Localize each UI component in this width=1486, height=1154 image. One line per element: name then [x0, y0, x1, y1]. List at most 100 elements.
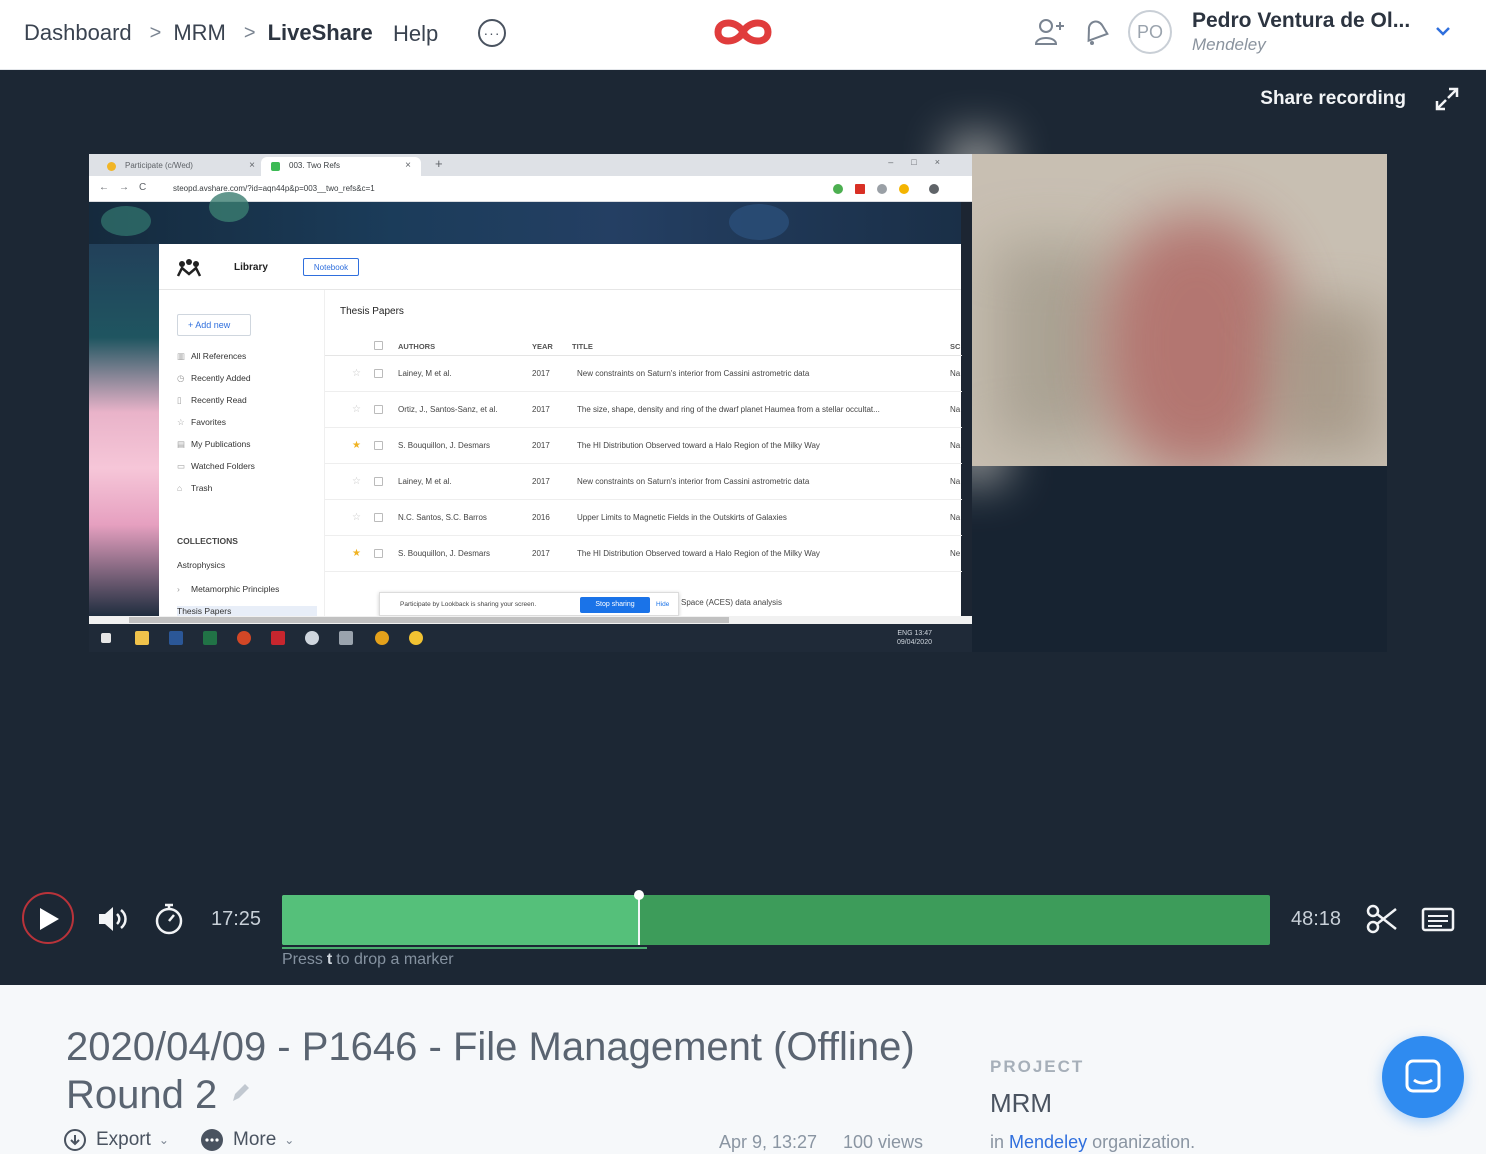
timeline-track[interactable]: [282, 890, 1270, 949]
notification-bell-icon[interactable]: [1080, 16, 1110, 48]
toast-message: Participate by Lookback is sharing your …: [400, 601, 537, 608]
table-row: ★ S. Bouquillon, J. Desmars 2017 The HI Dis…: [325, 536, 962, 572]
screen-sharing-toast: Participate by Lookback is sharing your …: [379, 592, 679, 616]
library-title: Library: [234, 262, 268, 273]
extension-icon: [855, 184, 865, 194]
notebook-button: Notebook: [303, 258, 359, 276]
user-avatar[interactable]: PO: [1128, 10, 1172, 54]
view-count: 100 views: [843, 1132, 924, 1152]
export-button[interactable]: Export ⌄: [64, 1129, 169, 1151]
project-name[interactable]: MRM: [990, 1088, 1052, 1119]
chevron-down-icon: ⌄: [158, 1133, 169, 1147]
hide-link: Hide: [656, 601, 670, 608]
row-title: The size, shape, density and ring of the…: [577, 405, 880, 414]
breadcrumb-dashboard[interactable]: Dashboard: [24, 20, 132, 46]
table-row: ★ S. Bouquillon, J. Desmars 2017 The HI Dis…: [325, 428, 962, 464]
table-row: ☆ Lainey, M et al. 2017 New constraints on …: [325, 356, 962, 392]
row-title: New constraints on Saturn's interior fro…: [577, 477, 810, 486]
row-authors: Lainey, M et al.: [398, 369, 452, 378]
row-authors: Ortiz, J., Santos-Sanz, et al.: [398, 405, 498, 414]
horizontal-scrollbar: [89, 616, 972, 624]
chevron-down-icon[interactable]: [1435, 24, 1451, 38]
browser-tab-strip: Participate (c/Wed) × 003. Two Refs × + –□…: [89, 154, 972, 176]
row-source: Na: [950, 513, 961, 522]
mendeley-taskbar-icon: [271, 631, 285, 645]
table-row: ☆ Ortiz, J., Santos-Sanz, et al. 2017 The s…: [325, 392, 962, 428]
row-year: 2017: [532, 405, 550, 414]
star-icon: ☆: [352, 368, 361, 379]
app-hero-banner: [89, 192, 961, 244]
extension-icon: [877, 184, 887, 194]
collection-item: › Metamorphic Principles: [177, 584, 280, 594]
column-source: SC: [950, 342, 961, 351]
share-recording-button[interactable]: Share recording: [1260, 88, 1406, 110]
play-button[interactable]: [22, 892, 74, 944]
sidebar-item-watched-folders: ▭ Watched Folders: [177, 461, 255, 471]
participant-camera-blurred: [972, 154, 1387, 466]
windows-start-icon: [101, 633, 111, 643]
truncated-row-title: Space (ACES) data analysis: [681, 598, 782, 607]
video-frame[interactable]: Participate (c/Wed) × 003. Two Refs × + –□…: [89, 134, 1387, 652]
system-tray: ENG 13:47 09/04/2020: [897, 629, 932, 647]
tray-time: 13:47: [914, 630, 932, 637]
decorative-background-art: [89, 244, 159, 618]
table-header: AUTHORS YEAR TITLE SC: [325, 336, 962, 356]
user-organization: Mendeley: [1192, 35, 1266, 54]
transcript-icon[interactable]: [1420, 904, 1456, 934]
breadcrumb-separator: >: [149, 21, 162, 44]
select-all-checkbox: [374, 341, 383, 350]
breadcrumb-mrm[interactable]: MRM: [173, 20, 226, 46]
more-button[interactable]: More ⌄: [201, 1129, 294, 1151]
edit-pencil-icon[interactable]: [229, 1081, 251, 1105]
volume-icon[interactable]: [96, 904, 130, 934]
table-row: ☆ Lainey, M et al. 2017 New constraints on …: [325, 464, 962, 500]
stop-sharing-button: Stop sharing: [580, 597, 650, 613]
user-name[interactable]: Pedro Ventura de Ol...: [1192, 9, 1410, 33]
row-source: Na: [950, 441, 961, 450]
row-source: Ne: [950, 549, 961, 558]
settings-icon: [305, 631, 319, 645]
profile-icon: [929, 184, 939, 194]
tray-language: ENG: [897, 630, 913, 637]
row-source: Na: [950, 477, 961, 486]
organization-link[interactable]: Mendeley: [1009, 1132, 1087, 1152]
row-checkbox: [374, 441, 383, 450]
extension-icon: [833, 184, 843, 194]
chevron-down-icon: ⌄: [284, 1133, 295, 1147]
breadcrumb-liveshare[interactable]: LiveShare: [268, 20, 373, 46]
lookback-logo[interactable]: [712, 14, 774, 50]
row-year: 2017: [532, 441, 550, 450]
excel-icon: [203, 631, 217, 645]
remote-icon: [339, 631, 353, 645]
playhead-handle[interactable]: [634, 890, 644, 900]
invite-user-icon[interactable]: [1034, 16, 1066, 48]
row-checkbox: [374, 369, 383, 378]
row-authors: S. Bouquillon, J. Desmars: [398, 549, 491, 558]
more-dots-icon: [201, 1129, 223, 1151]
stopwatch-icon[interactable]: [153, 902, 185, 936]
chat-icon: [1405, 1059, 1441, 1093]
scissors-icon[interactable]: [1366, 902, 1398, 936]
row-checkbox: [374, 405, 383, 414]
project-organization: in Mendeley organization.: [990, 1132, 1196, 1152]
timeline-buffer-line: [282, 947, 647, 949]
row-year: 2017: [532, 549, 550, 558]
window-controls: –□×: [888, 157, 958, 167]
support-chat-button[interactable]: [1382, 1036, 1464, 1118]
sidebar-item-recently-added: ◷ Recently Added: [177, 373, 251, 383]
row-title: New constraints on Saturn's interior fro…: [577, 369, 810, 378]
download-icon: [64, 1129, 86, 1151]
row-checkbox: [374, 549, 383, 558]
fullscreen-icon[interactable]: [1433, 85, 1461, 113]
more-options-button[interactable]: ···: [478, 19, 506, 47]
playhead[interactable]: [638, 895, 640, 945]
tray-date: 09/04/2020: [896, 639, 932, 646]
row-authors: S. Bouquillon, J. Desmars: [398, 441, 491, 450]
row-checkbox: [374, 513, 383, 522]
app-header: Library Notebook: [159, 244, 961, 290]
browser-tab-active: 003. Two Refs ×: [261, 157, 421, 176]
lookback-taskbar-icon: [409, 631, 423, 645]
help-link[interactable]: Help: [393, 21, 438, 47]
current-time: 17:25: [211, 908, 262, 930]
reference-list: Thesis Papers AUTHORS YEAR TITLE SC ☆ Lai…: [324, 290, 962, 618]
